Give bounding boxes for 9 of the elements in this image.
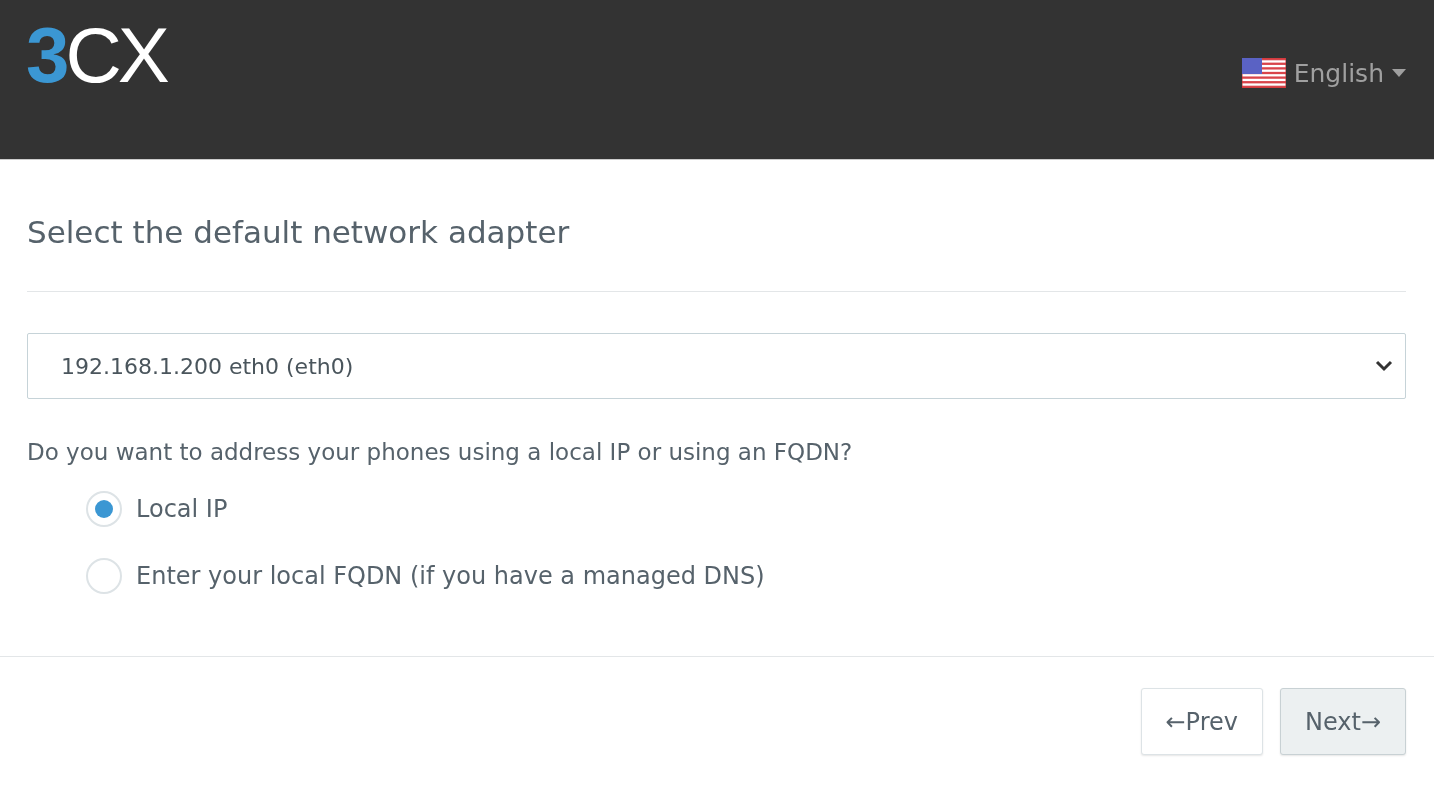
language-dropdown[interactable]: English: [1241, 58, 1406, 88]
prev-button[interactable]: ←Prev: [1140, 688, 1263, 755]
question-text: Do you want to address your phones using a local IP or using an FQDN?: [27, 438, 854, 467]
logo: 3CX: [26, 16, 166, 94]
radio-label: Enter your local FQDN (if you have a managed DNS): [136, 562, 765, 590]
next-button[interactable]: Next→: [1279, 688, 1406, 755]
page-title: Select the default network adapter: [27, 213, 571, 252]
adapter-select[interactable]: 192.168.1.200 eth0 (eth0): [27, 333, 1406, 399]
radio-label: Local IP: [136, 495, 228, 523]
